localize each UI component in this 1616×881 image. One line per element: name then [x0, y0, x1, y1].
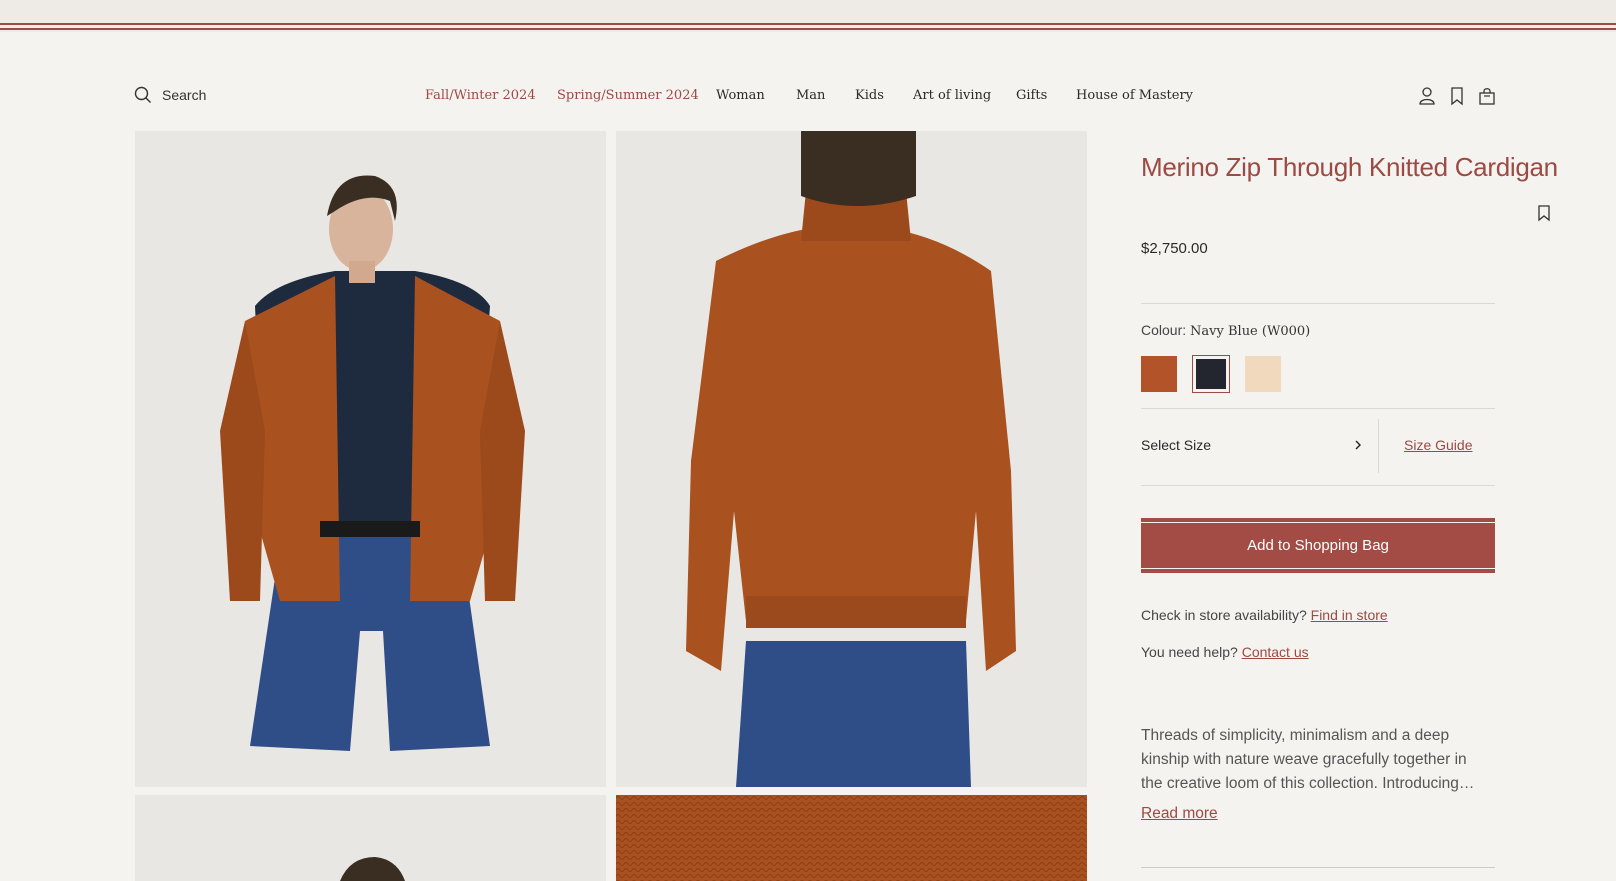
contact-us-link[interactable]: Contact us: [1242, 644, 1309, 660]
size-guide-link[interactable]: Size Guide: [1404, 437, 1472, 453]
swatch-cream[interactable]: [1245, 356, 1281, 392]
banner-line: [0, 23, 1616, 25]
find-in-store-link[interactable]: Find in store: [1311, 607, 1388, 623]
size-separator: [1378, 419, 1379, 473]
product-image-front[interactable]: [135, 131, 606, 787]
search-label: Search: [162, 87, 207, 103]
divider: [1141, 408, 1495, 409]
bookmark-icon[interactable]: [1448, 86, 1466, 106]
swatch-navy-blue[interactable]: [1192, 355, 1230, 393]
colour-label-text: Colour:: [1141, 322, 1187, 338]
header-icons: [1418, 86, 1496, 106]
nav-art-of-living[interactable]: Art of living: [913, 88, 991, 103]
top-banner: [0, 0, 1616, 32]
search-icon: [134, 86, 151, 103]
bookmark-icon: [1538, 205, 1550, 222]
nav-man[interactable]: Man: [796, 88, 825, 103]
main-navigation: Search Fall/Winter 2024 Spring/Summer 20…: [0, 84, 1616, 112]
swatch-rust[interactable]: [1141, 356, 1177, 392]
help-text: You need help?: [1141, 644, 1238, 660]
store-availability: Check in store availability? Find in sto…: [1141, 607, 1388, 623]
help-line: You need help? Contact us: [1141, 644, 1309, 660]
account-icon[interactable]: [1418, 86, 1436, 106]
nav-kids[interactable]: Kids: [855, 88, 884, 103]
divider: [1141, 867, 1495, 868]
divider: [1141, 485, 1495, 486]
size-select[interactable]: Select Size: [1141, 430, 1363, 460]
store-availability-text: Check in store availability?: [1141, 607, 1307, 623]
nav-fall-winter-2024[interactable]: Fall/Winter 2024: [425, 88, 536, 103]
button-line: [1141, 522, 1495, 523]
product-description: Threads of simplicity, minimalism and a …: [1141, 727, 1475, 792]
product-image-back[interactable]: [616, 131, 1087, 787]
add-to-wishlist-button[interactable]: [1536, 203, 1552, 223]
size-select-label: Select Size: [1141, 437, 1212, 453]
read-more-link[interactable]: Read more: [1141, 805, 1218, 823]
divider: [1141, 303, 1495, 304]
product-image-detail-1[interactable]: [135, 795, 606, 881]
button-line: [1141, 568, 1495, 569]
search-button[interactable]: Search: [134, 86, 206, 104]
nav-house-of-mastery[interactable]: House of Mastery: [1076, 88, 1193, 103]
add-to-shopping-bag-button[interactable]: Add to Shopping Bag: [1141, 518, 1495, 573]
chevron-right-icon: [1355, 440, 1361, 450]
colour-value: Navy Blue (W000): [1190, 324, 1311, 339]
nav-spring-summer-2024[interactable]: Spring/Summer 2024: [557, 88, 699, 103]
product-image-fabric[interactable]: [616, 795, 1087, 881]
add-to-bag-label: Add to Shopping Bag: [1247, 537, 1389, 554]
nav-woman[interactable]: Woman: [716, 88, 765, 103]
product-price: $2,750.00: [1141, 240, 1208, 257]
nav-gifts[interactable]: Gifts: [1016, 88, 1047, 103]
banner-line: [0, 28, 1616, 30]
colour-label: Colour: Navy Blue (W000): [1141, 322, 1310, 339]
product-title: Merino Zip Through Knitted Cardigan: [1141, 152, 1558, 182]
shopping-bag-icon[interactable]: [1478, 86, 1496, 106]
